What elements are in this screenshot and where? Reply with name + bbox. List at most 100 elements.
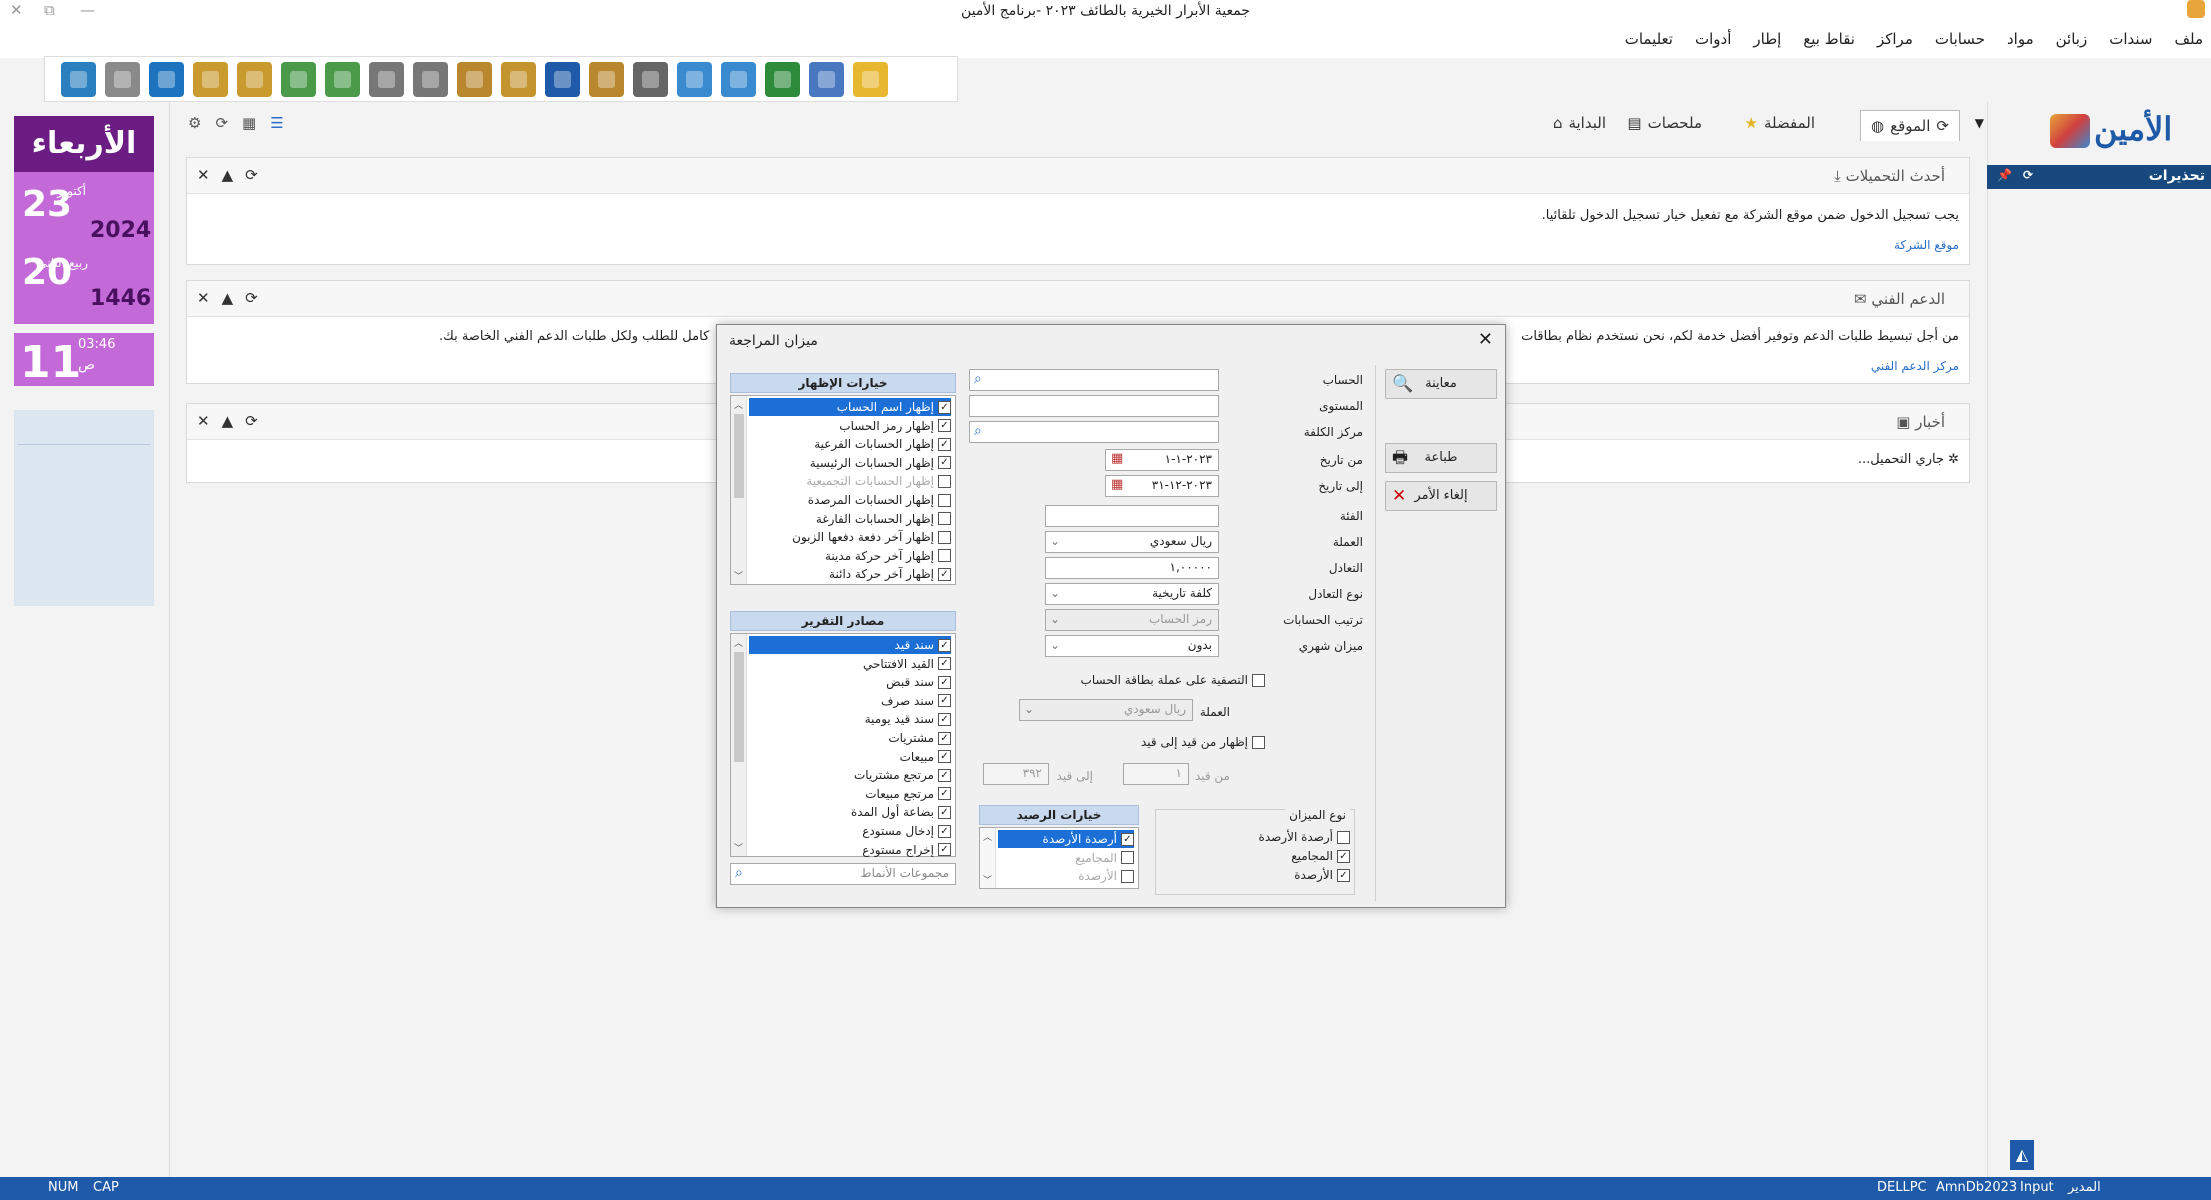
- close-icon[interactable]: ✕: [10, 1, 23, 19]
- menu-item[interactable]: إطار: [1753, 30, 1781, 48]
- account-input[interactable]: ⌕: [969, 369, 1219, 391]
- show-entries-checkbox[interactable]: إظهار من قيد إلى قيد: [1141, 735, 1265, 749]
- checkbox[interactable]: ✓: [1337, 868, 1350, 882]
- refresh-icon[interactable]: [149, 61, 184, 97]
- menu-item[interactable]: زبائن: [2056, 30, 2088, 48]
- checkbox[interactable]: ✓: [938, 400, 951, 414]
- checkbox[interactable]: ✓: [938, 419, 951, 433]
- list-item[interactable]: إظهار آخر حركة مدينة: [749, 547, 951, 565]
- preview-button[interactable]: 🔍 معاينة: [1385, 369, 1497, 399]
- checkbox[interactable]: ✓: [938, 824, 951, 838]
- menu-item[interactable]: سندات: [2109, 30, 2152, 48]
- minimize-icon[interactable]: —: [80, 1, 95, 19]
- currency-select[interactable]: ⌄ ريال سعودي: [1045, 531, 1219, 553]
- checkbox[interactable]: ✓: [938, 694, 951, 708]
- tab-dropdown-icon[interactable]: ▼: [1975, 116, 1984, 130]
- support-center-link[interactable]: مركز الدعم الفني: [1871, 359, 1959, 373]
- document-icon[interactable]: [457, 61, 492, 97]
- menu-item[interactable]: مراكز: [1877, 30, 1913, 48]
- form-icon[interactable]: [721, 61, 756, 97]
- list-item[interactable]: إظهار الحسابات الفارغة: [749, 510, 951, 528]
- list-item[interactable]: ✓ إظهار رمز الحساب: [749, 417, 951, 435]
- monthly-select[interactable]: ⌄ بدون: [1045, 635, 1219, 657]
- chart-icon[interactable]: [677, 61, 712, 97]
- checkbox[interactable]: [938, 512, 951, 526]
- list-item[interactable]: ✓ بضاعة أول المدة: [749, 803, 951, 821]
- customers-icon[interactable]: [193, 61, 228, 97]
- list-item[interactable]: ✓ إدخال مستودع: [749, 822, 951, 840]
- payment-icon[interactable]: [413, 61, 448, 97]
- checkbox[interactable]: ✓: [938, 638, 951, 652]
- menu-item[interactable]: تعليمات: [1625, 30, 1673, 48]
- checkbox[interactable]: ✓: [938, 675, 951, 689]
- checkbox[interactable]: ✓: [938, 731, 951, 745]
- cancel-button[interactable]: ✕ إلغاء الأمر: [1385, 481, 1497, 511]
- collapse-icon[interactable]: ▲: [222, 166, 234, 184]
- write-icon[interactable]: [633, 61, 668, 97]
- checkbox[interactable]: [1337, 830, 1350, 844]
- collapse-icon[interactable]: ▲: [222, 289, 234, 307]
- list-item[interactable]: إظهار الحسابات المرصدة: [749, 491, 951, 509]
- list-item[interactable]: ✓ مشتريات: [749, 729, 951, 747]
- company-site-link[interactable]: موقع الشركة: [1894, 238, 1959, 252]
- to-date-input[interactable]: ▦ ٢٠٢٣-١٢-٣١: [1105, 475, 1219, 497]
- level-input[interactable]: [969, 395, 1219, 417]
- menu-item[interactable]: حسابات: [1935, 30, 1985, 48]
- money-icon[interactable]: [765, 61, 800, 97]
- checkbox[interactable]: ✓: [938, 805, 951, 819]
- sort-select[interactable]: ⌄ رمز الحساب: [1045, 609, 1219, 631]
- checkbox[interactable]: ✓: [938, 712, 951, 726]
- folder-icon[interactable]: [853, 61, 888, 97]
- restore-icon[interactable]: ⧉: [44, 1, 55, 19]
- rate-input[interactable]: ١,٠٠٠٠٠: [1045, 557, 1219, 579]
- from-entry-input[interactable]: ١: [1123, 763, 1189, 785]
- checkbox[interactable]: ✓: [938, 456, 951, 470]
- list-item[interactable]: ✓ سند قيد يومية: [749, 710, 951, 728]
- checkbox[interactable]: [938, 549, 951, 563]
- users-icon[interactable]: [237, 61, 272, 97]
- checkbox[interactable]: ✓: [1121, 832, 1134, 846]
- checkbox[interactable]: [938, 530, 951, 544]
- list-item[interactable]: أرصدة الأرصدة: [1246, 828, 1350, 846]
- pen-icon[interactable]: [281, 61, 316, 97]
- close-icon[interactable]: ✕: [197, 412, 210, 430]
- close-icon[interactable]: ✕: [197, 166, 210, 184]
- list-item[interactable]: إظهار الحسابات التجميعية: [749, 472, 951, 490]
- list-item[interactable]: ✓ إخراج مستودع: [749, 841, 951, 859]
- close-icon[interactable]: ✕: [197, 289, 210, 307]
- edit-icon[interactable]: [325, 61, 360, 97]
- book-icon[interactable]: [545, 61, 580, 97]
- list-item[interactable]: ✓ سند قيد: [749, 636, 951, 654]
- checkbox[interactable]: ✓: [938, 657, 951, 671]
- list-item[interactable]: إظهار آخر دفعة دفعها الزبون: [749, 528, 951, 546]
- checkbox[interactable]: [938, 493, 951, 507]
- tab-home[interactable]: ⌂ البداية: [1553, 114, 1606, 132]
- list-item[interactable]: ✓ إظهار آخر حركة دائنة: [749, 565, 951, 583]
- tab-favorites[interactable]: ★ المفضلة: [1745, 114, 1815, 132]
- collapse-icon[interactable]: ▲: [222, 412, 234, 430]
- list-item[interactable]: ✓ سند صرف: [749, 692, 951, 710]
- checkbox[interactable]: [1121, 851, 1134, 865]
- close-icon[interactable]: ✕: [1478, 329, 1493, 350]
- currency2-select[interactable]: ⌄ ريال سعودي: [1019, 699, 1193, 721]
- checkbox[interactable]: [938, 474, 951, 488]
- category-input[interactable]: [1045, 505, 1219, 527]
- from-date-input[interactable]: ▦ ٢٠٢٣-١-١: [1105, 449, 1219, 471]
- checkbox[interactable]: [1121, 869, 1134, 883]
- list-item[interactable]: ✓ إظهار الحسابات الرئيسية: [749, 454, 951, 472]
- pattern-groups-search[interactable]: ⌕ مجموعات الأنماط: [730, 863, 956, 885]
- menu-item[interactable]: أدوات: [1695, 30, 1731, 48]
- refresh-icon[interactable]: ⟳: [245, 289, 258, 307]
- list-item[interactable]: ✓ مرتجع مشتريات: [749, 766, 951, 784]
- balance-icon[interactable]: [501, 61, 536, 97]
- tab-site[interactable]: ◍ الموقع ⟳: [1860, 110, 1960, 141]
- menu-item[interactable]: ملف: [2174, 30, 2203, 48]
- checkbox[interactable]: ✓: [938, 437, 951, 451]
- tab-summaries[interactable]: ▤ ملحصات: [1627, 114, 1702, 132]
- cost-center-input[interactable]: ⌕: [969, 421, 1219, 443]
- list-item[interactable]: ✓ مبيعات: [749, 748, 951, 766]
- checkbox[interactable]: ✓: [938, 787, 951, 801]
- menu-item[interactable]: نقاط بيع: [1803, 30, 1855, 48]
- expand-button[interactable]: ◭: [2010, 1140, 2034, 1170]
- tasks-icon[interactable]: [809, 61, 844, 97]
